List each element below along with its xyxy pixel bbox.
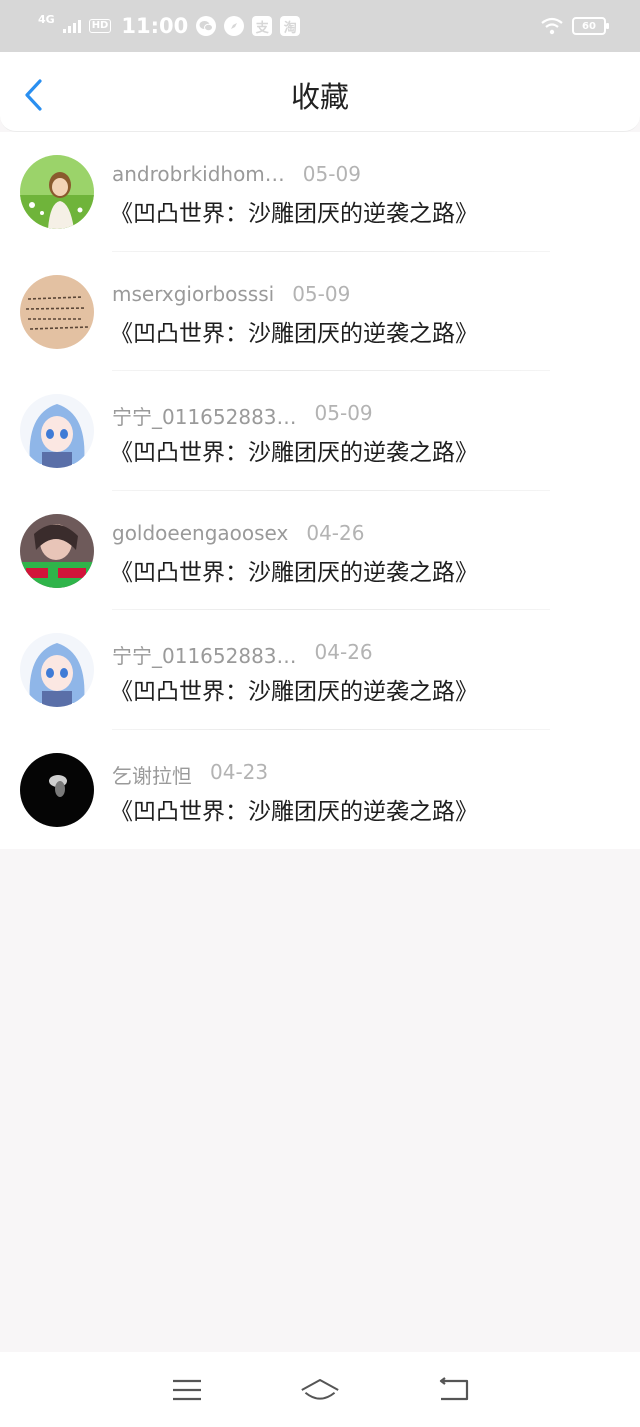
book-title: 《凹凸世界：沙雕团厌的逆袭之路》	[110, 559, 478, 586]
avatar[interactable]	[20, 513, 94, 588]
user-name: 宁宁_011652883…	[112, 644, 297, 668]
alipay-icon: 支	[252, 16, 273, 36]
user-name: mserxgiorbosssi	[112, 281, 275, 306]
user-name: 乞谢拉怛	[112, 763, 192, 788]
list-item[interactable]: 宁宁_011652883… 05-09 《凹凸世界：沙雕团厌的逆袭之路》	[0, 371, 640, 491]
list-item[interactable]: goldoeengaoosex 04-26 《凹凸世界：沙雕团厌的逆袭之路》	[0, 491, 640, 610]
back-icon	[440, 1376, 469, 1400]
hd-badge: HD	[88, 19, 112, 33]
list-item[interactable]: 乞谢拉怛 04-23 《凹凸世界：沙雕团厌的逆袭之路》	[0, 730, 640, 850]
taobao-icon: 淘	[280, 16, 301, 36]
book-title: 《凹凸世界：沙雕团厌的逆袭之路》	[110, 679, 478, 705]
wifi-icon	[540, 17, 564, 35]
avatar[interactable]	[20, 394, 94, 468]
page-title: 收藏	[290, 80, 349, 114]
home-button[interactable]	[300, 1370, 340, 1410]
date: 05-09	[302, 162, 361, 186]
user-name: 宁宁_011652883…	[112, 405, 297, 429]
home-icon	[301, 1378, 339, 1400]
clock: 11:00	[121, 14, 189, 38]
avatar[interactable]	[20, 155, 94, 229]
user-name: goldoeengaoosex	[112, 520, 289, 545]
compass-icon	[224, 16, 245, 36]
wechat-icon	[196, 16, 217, 36]
date: 05-09	[292, 281, 351, 306]
list-item[interactable]: androbrkidhom… 05-09 《凹凸世界：沙雕团厌的逆袭之路》	[0, 132, 640, 252]
avatar[interactable]	[20, 633, 94, 707]
list-item[interactable]: 宁宁_011652883… 04-26 《凹凸世界：沙雕团厌的逆袭之路》	[0, 610, 640, 730]
date: 04-26	[314, 640, 373, 664]
book-title: 《凹凸世界：沙雕团厌的逆袭之路》	[110, 440, 478, 466]
date: 05-09	[314, 401, 373, 425]
date: 04-26	[306, 520, 365, 545]
book-title: 《凹凸世界：沙雕团厌的逆袭之路》	[110, 798, 478, 825]
signal-icon	[62, 19, 81, 33]
book-title: 《凹凸世界：沙雕团厌的逆袭之路》	[110, 320, 478, 347]
favorites-list: androbrkidhom… 05-09 《凹凸世界：沙雕团厌的逆袭之路》 ms…	[0, 132, 640, 849]
avatar[interactable]	[20, 274, 94, 349]
battery-icon: 60	[572, 17, 609, 35]
header: 收藏	[0, 52, 640, 132]
status-bar: 4G HD 11:00 支 淘 60	[0, 0, 640, 52]
date: 04-23	[210, 759, 269, 784]
user-name: androbrkidhom…	[112, 162, 285, 186]
battery-level: 60	[582, 20, 596, 32]
network-type: 4G	[38, 13, 55, 26]
menu-button[interactable]	[167, 1370, 207, 1410]
navigation-bar	[0, 1352, 640, 1427]
menu-icon	[172, 1379, 201, 1400]
list-item[interactable]: mserxgiorbosssi 05-09 《凹凸世界：沙雕团厌的逆袭之路》	[0, 252, 640, 371]
book-title: 《凹凸世界：沙雕团厌的逆袭之路》	[110, 201, 478, 227]
back-nav-button[interactable]	[433, 1370, 473, 1410]
avatar[interactable]	[20, 752, 94, 827]
